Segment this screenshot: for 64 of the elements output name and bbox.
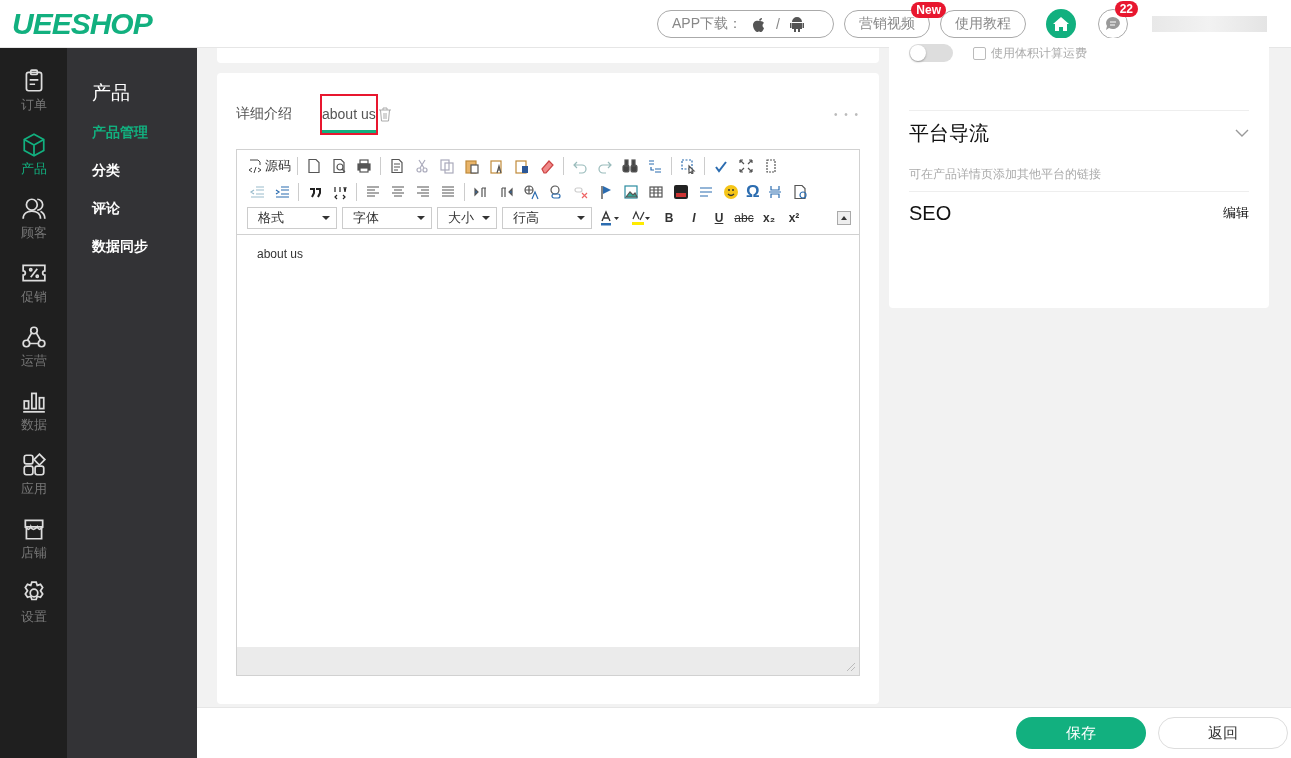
globe-icon[interactable] [521,182,541,202]
users-icon [20,196,47,222]
app-download-button[interactable]: APP下载： / [657,9,834,38]
smiley-icon[interactable] [721,182,741,202]
chevron-icon[interactable] [1235,129,1249,137]
select-all-icon[interactable] [678,156,698,176]
video-icon[interactable] [671,182,691,202]
rail-item[interactable]: 顾客 [20,196,47,242]
source-button[interactable]: 源码 [247,157,291,175]
format-button[interactable]: abc [734,211,754,225]
toolbar-dropdown[interactable]: 字体 [342,207,432,229]
apps-icon [20,452,47,478]
image-icon[interactable] [621,182,641,202]
separator-text: / [776,15,780,32]
back-button[interactable]: 返回 [1158,717,1288,749]
special-char-button[interactable]: Ω [746,182,760,202]
toolbar-dropdown[interactable]: 行高 [502,207,592,229]
rail-item[interactable]: 运营 [20,324,47,370]
tab[interactable]: about us [322,95,376,133]
home-button[interactable] [1046,8,1076,39]
format-button[interactable]: x² [784,211,804,225]
rail-item[interactable]: 应用 [20,452,47,498]
chat-icon [1105,16,1121,31]
editor-text: about us [257,247,304,261]
toolbar-dropdown[interactable]: 格式 [247,207,337,229]
format-button[interactable]: B [659,211,679,225]
code-icon [247,158,263,174]
submenu-item[interactable]: 评论 [92,200,197,218]
submenu-item[interactable]: 分类 [92,162,197,180]
new-badge: New [911,1,946,18]
toggle-switch[interactable] [909,44,953,62]
header-button[interactable]: 使用教程 [940,9,1026,38]
section-title: 平台导流 [909,120,989,146]
toolbar-dropdown[interactable]: 大小 [437,207,497,229]
tab[interactable]: 详细介绍 [236,94,292,134]
rail-item[interactable]: 订单 [20,68,47,114]
collapse-toolbar-button[interactable] [837,211,851,225]
hint-text: 可在产品详情页添加其他平台的链接 [909,166,1101,183]
rail-item[interactable]: 产品 [20,132,47,178]
edit-link[interactable]: 编辑 [1223,204,1249,222]
network-icon [20,324,47,350]
rail-item[interactable]: 数据 [20,388,47,434]
count-badge: 22 [1114,0,1138,17]
rail-item[interactable]: 促销 [20,260,47,306]
binoculars-icon[interactable] [620,156,640,176]
rail-item[interactable]: 设置 [20,580,47,626]
apple-icon [752,15,766,32]
rail-item[interactable]: 店铺 [20,516,47,562]
submenu-item[interactable]: 产品管理 [92,124,197,142]
checkbox[interactable] [973,46,986,60]
format-button[interactable]: x₂ [759,211,779,225]
format-button[interactable]: I [684,211,704,225]
submenu-title: 产品 [92,81,131,105]
format-button[interactable]: U [709,211,729,225]
submenu-item[interactable]: 数据同步 [92,238,197,256]
android-icon [789,15,804,32]
home-icon [1053,16,1069,31]
print-icon[interactable] [354,156,374,176]
maximize-icon[interactable] [736,156,756,176]
section-title: SEO [909,201,952,225]
cube-icon [20,132,47,158]
checkbox-label: 使用体积计算运费 [991,44,1087,62]
resize-grip-icon[interactable] [847,663,855,671]
trash-icon[interactable] [377,106,392,122]
